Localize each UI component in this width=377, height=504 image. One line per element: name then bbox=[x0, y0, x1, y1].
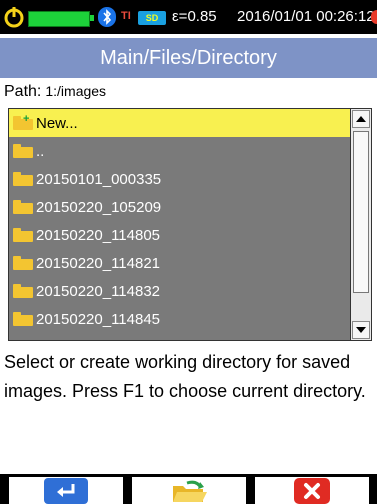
list-item-parent[interactable]: .. bbox=[9, 137, 351, 165]
list-item[interactable]: 20150220_105209 bbox=[9, 193, 351, 221]
file-list[interactable]: + New... .. 20150101_000335 20150220_105… bbox=[8, 108, 352, 341]
list-item[interactable]: 20150101_000335 bbox=[9, 165, 351, 193]
list-item-label: .. bbox=[36, 142, 45, 160]
list-item[interactable]: 20150220_114845 bbox=[9, 305, 351, 333]
close-button[interactable] bbox=[255, 477, 369, 504]
folder-icon bbox=[13, 144, 33, 158]
list-item[interactable]: 20150220_114821 bbox=[9, 249, 351, 277]
enter-button[interactable] bbox=[9, 477, 123, 504]
triangle-down-icon bbox=[356, 327, 366, 333]
softkey-bar bbox=[0, 474, 377, 504]
battery-tip bbox=[90, 15, 94, 21]
list-item-new[interactable]: + New... bbox=[9, 109, 351, 137]
list-item-label: 20150220_114845 bbox=[36, 310, 161, 328]
battery-icon bbox=[28, 11, 90, 27]
power-icon bbox=[4, 7, 24, 28]
page-title: Main/Files/Directory bbox=[0, 38, 377, 78]
scrollbar[interactable] bbox=[350, 108, 372, 341]
path-value: 1:/images bbox=[45, 83, 107, 99]
scroll-thumb[interactable] bbox=[353, 131, 369, 293]
open-folder-icon bbox=[173, 480, 207, 502]
open-folder-button[interactable] bbox=[132, 477, 246, 504]
emissivity-readout: ε=0.85 bbox=[172, 8, 217, 25]
sd-card-icon: SD bbox=[138, 11, 166, 25]
close-icon bbox=[294, 477, 330, 504]
list-item-label: 20150220_105209 bbox=[36, 198, 162, 216]
list-item-label: 20150220_114821 bbox=[36, 254, 161, 272]
scroll-up-button[interactable] bbox=[352, 110, 370, 128]
folder-icon bbox=[13, 256, 33, 270]
ti-label: TI bbox=[121, 10, 131, 22]
list-item-label: 20150220_114832 bbox=[36, 282, 161, 300]
list-item-label: 20150220_114805 bbox=[36, 226, 161, 244]
folder-icon bbox=[13, 312, 33, 326]
list-item[interactable]: 20150220_114832 bbox=[9, 277, 351, 305]
path-row: Path: 1:/images bbox=[4, 80, 106, 102]
list-item[interactable]: 20150220_114805 bbox=[9, 221, 351, 249]
list-item-label: 20150101_000335 bbox=[36, 170, 162, 188]
path-label: Path: bbox=[4, 83, 42, 100]
bluetooth-icon bbox=[98, 7, 116, 27]
folder-icon bbox=[13, 200, 33, 214]
new-folder-icon: + bbox=[13, 114, 33, 130]
help-text: Select or create working directory for s… bbox=[4, 352, 366, 401]
enter-icon bbox=[44, 477, 88, 504]
folder-icon bbox=[13, 228, 33, 242]
folder-icon bbox=[13, 284, 33, 298]
list-item-label: New... bbox=[36, 114, 78, 132]
status-bar: TI SD ε=0.85 2016/01/01 00:26:12 bbox=[0, 0, 377, 34]
datetime-readout: 2016/01/01 00:26:12 bbox=[237, 8, 375, 25]
scroll-down-button[interactable] bbox=[352, 321, 370, 339]
folder-icon bbox=[13, 172, 33, 186]
record-indicator-icon bbox=[371, 10, 377, 24]
triangle-up-icon bbox=[356, 116, 366, 122]
